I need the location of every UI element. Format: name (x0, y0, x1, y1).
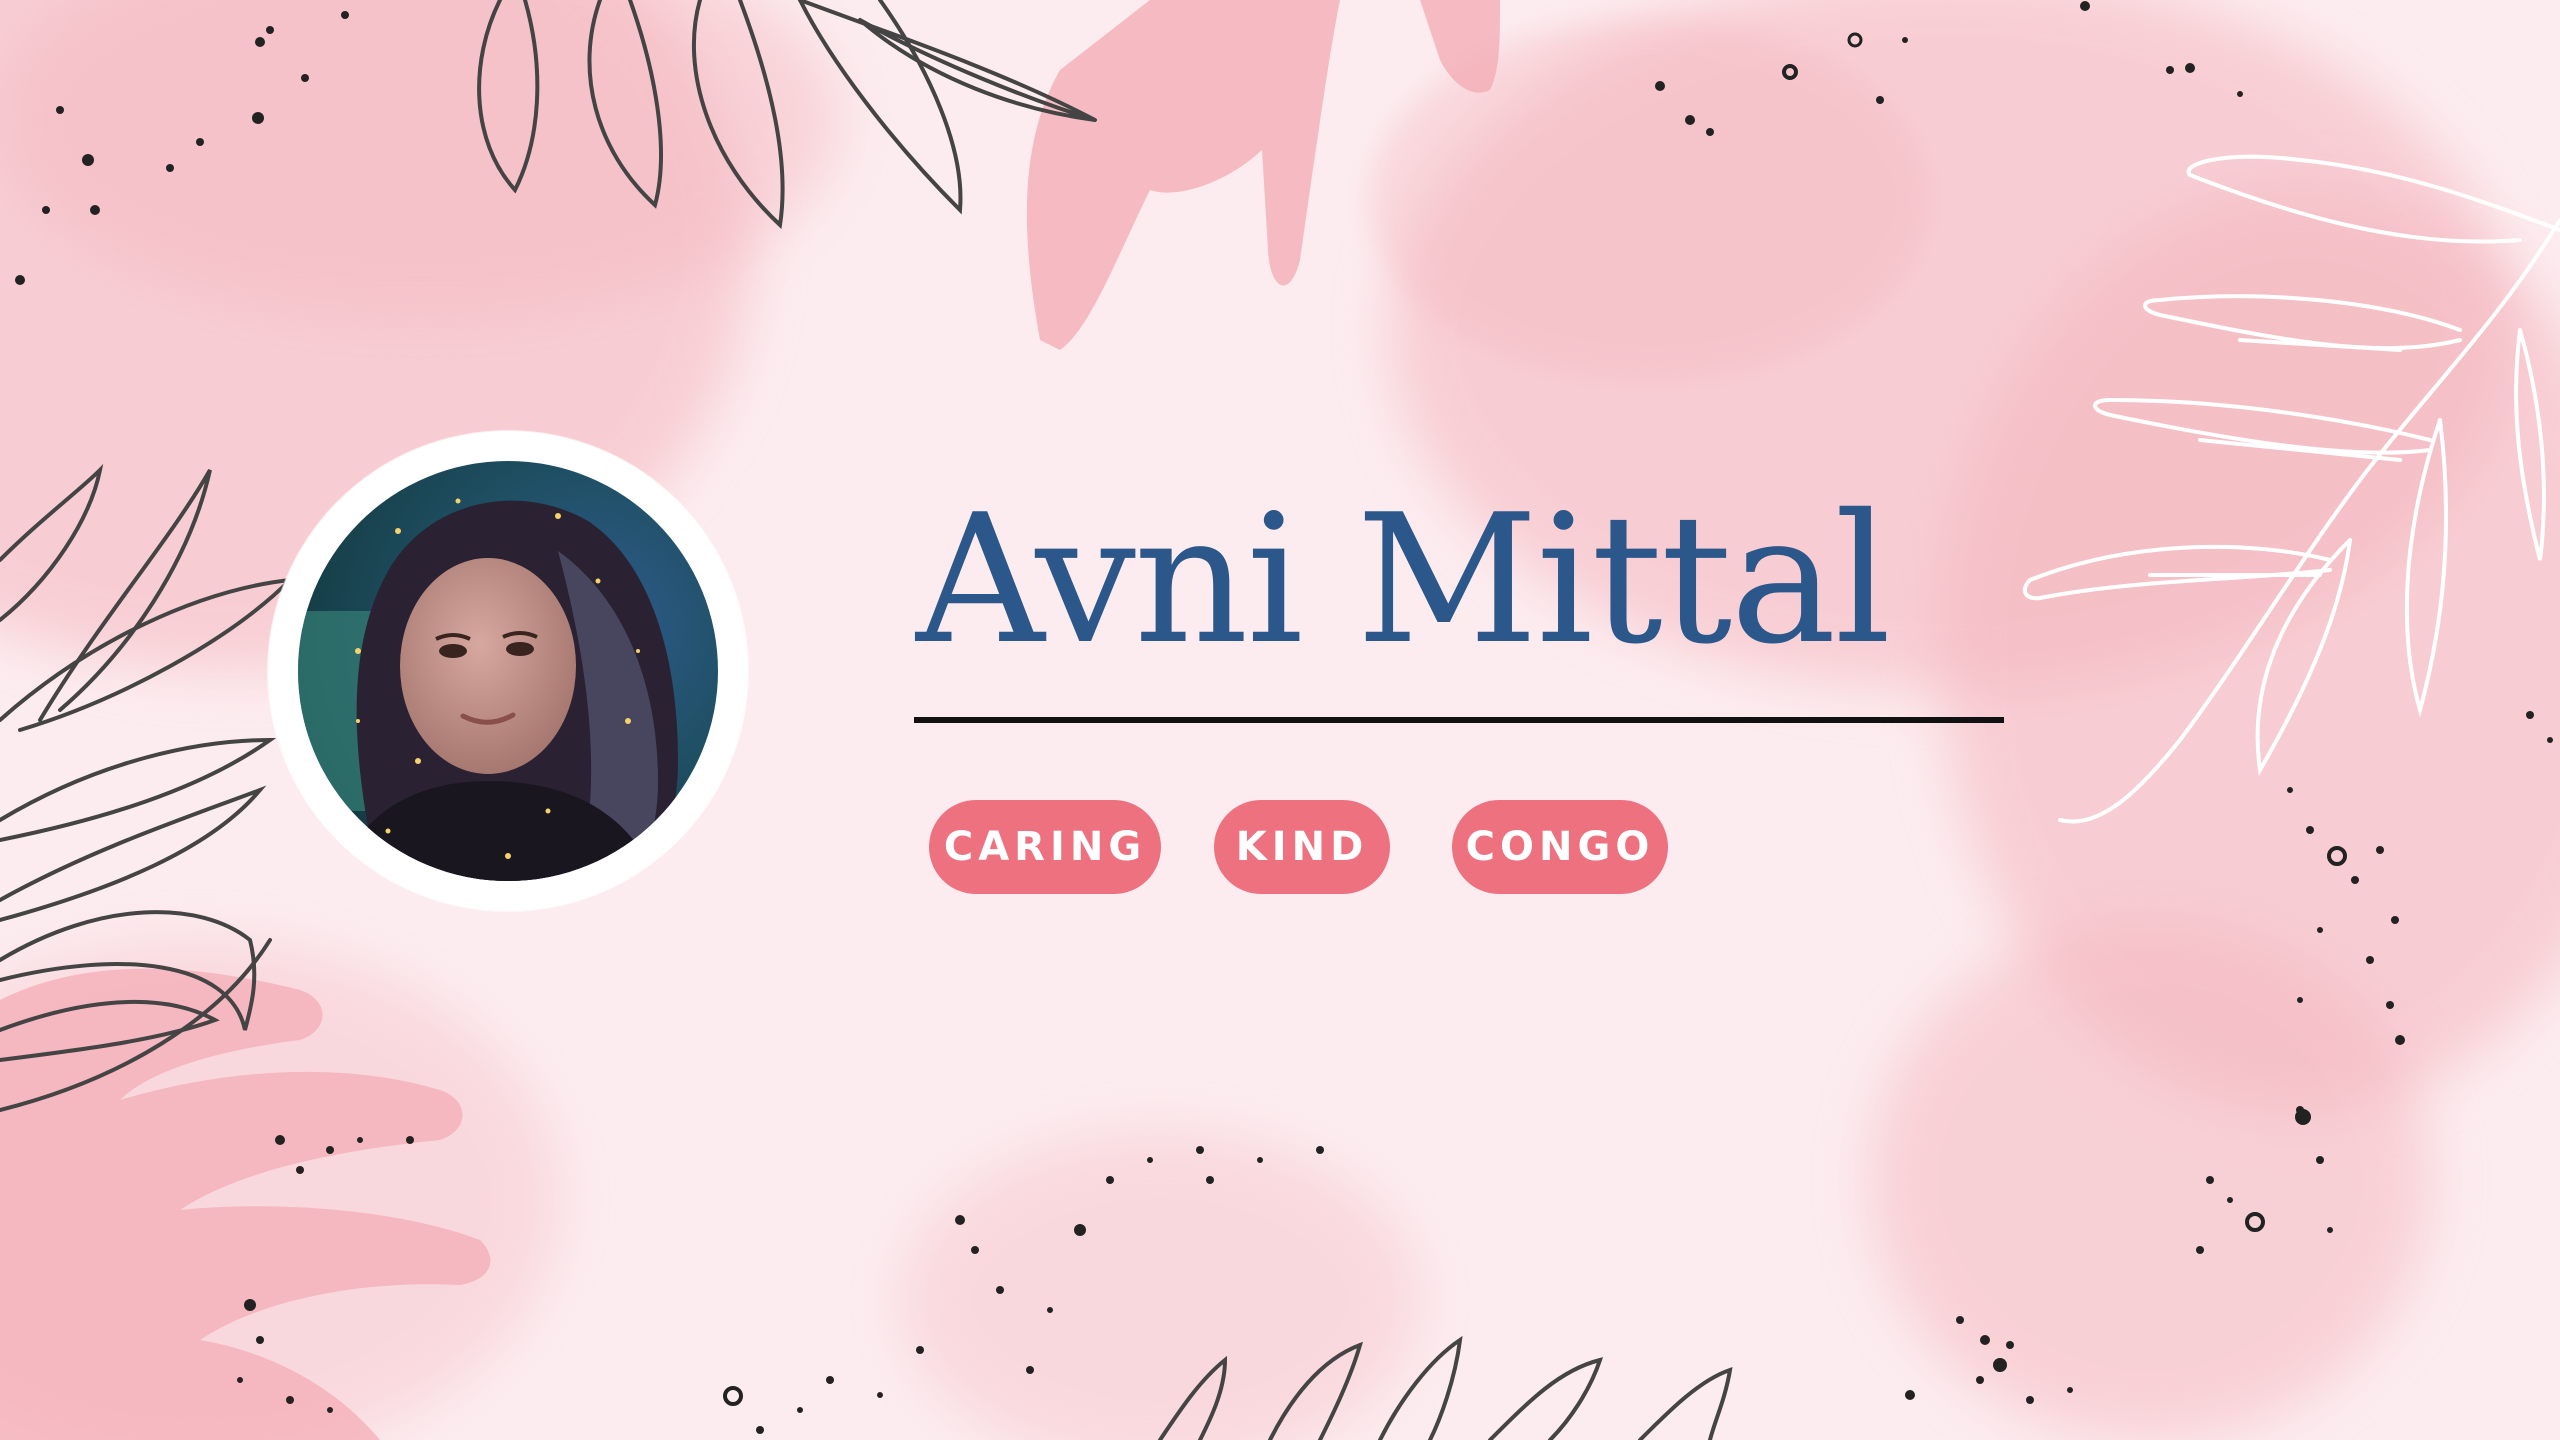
tag-caring: CARING (929, 800, 1161, 894)
avatar-photo (298, 461, 718, 881)
name-underline (914, 717, 2004, 723)
tag-congo: CONGO (1452, 800, 1668, 894)
avatar (298, 461, 718, 881)
profile-name: Avni Mittal (916, 476, 1891, 683)
tag-kind: KIND (1214, 800, 1390, 894)
